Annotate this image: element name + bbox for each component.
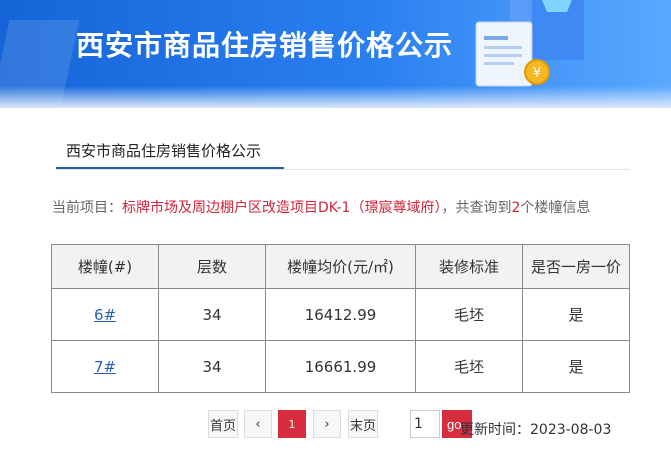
cell-avg-price: 16661.99 xyxy=(265,340,416,393)
building-link[interactable]: 6# xyxy=(94,306,116,324)
table-row: 7# 34 16661.99 毛坯 是 xyxy=(51,340,630,393)
header-avg-price: 楼幢均价(元/㎡) xyxy=(265,244,416,289)
cell-building: 7# xyxy=(51,340,159,393)
next-page-button[interactable]: › xyxy=(313,410,341,438)
update-time: 更新时间：2023-08-03 xyxy=(460,419,611,439)
info-suffix: 个楼幢信息 xyxy=(520,200,591,216)
cell-one-price: 是 xyxy=(522,340,630,393)
section-header: 西安市商品住房销售价格公示 xyxy=(56,124,630,170)
first-page-button[interactable]: 首页 xyxy=(208,410,238,438)
header-building: 楼幢(#) xyxy=(51,244,159,289)
cell-decoration: 毛坯 xyxy=(415,340,523,393)
last-page-button[interactable]: 末页 xyxy=(348,410,378,438)
info-mid: ，共查询到 xyxy=(441,200,512,216)
query-info: 当前项目：标牌市场及周边棚户区改造项目DK-1（璟宸尊域府），共查询到2个楼幢信… xyxy=(52,199,630,218)
info-prefix: 当前项目： xyxy=(52,200,122,216)
update-label: 更新时间： xyxy=(460,422,530,438)
update-date: 2023-08-03 xyxy=(530,422,612,438)
project-name: 标牌市场及周边棚户区改造项目DK-1（璟宸尊域府） xyxy=(122,200,442,216)
cell-one-price: 是 xyxy=(522,288,630,341)
cell-avg-price: 16412.99 xyxy=(265,288,416,341)
building-price-table: 楼幢(#) 层数 楼幢均价(元/㎡) 装修标准 是否一房一价 6# 34 164… xyxy=(51,244,630,393)
table-row: 6# 34 16412.99 毛坯 是 xyxy=(51,288,630,341)
header-banner: 西安市商品住房销售价格公示 ¥ xyxy=(0,0,671,108)
tab-price-notice[interactable]: 西安市商品住房销售价格公示 xyxy=(56,124,284,169)
building-link[interactable]: 7# xyxy=(94,358,116,376)
table-header-row: 楼幢(#) 层数 楼幢均价(元/㎡) 装修标准 是否一房一价 xyxy=(51,244,630,289)
page-number-input[interactable] xyxy=(410,410,440,438)
svg-text:¥: ¥ xyxy=(533,66,541,81)
page-1-button[interactable]: 1 xyxy=(278,410,306,438)
cell-floors: 34 xyxy=(158,340,266,393)
banner-title: 西安市商品住房销售价格公示 xyxy=(76,29,454,62)
header-decoration: 装修标准 xyxy=(415,244,523,289)
coin-icon: ¥ xyxy=(524,59,550,85)
cell-floors: 34 xyxy=(158,288,266,341)
tab-label: 西安市商品住房销售价格公示 xyxy=(66,142,262,160)
document-illustration: ¥ xyxy=(475,0,584,87)
cell-decoration: 毛坯 xyxy=(415,288,523,341)
header-one-price: 是否一房一价 xyxy=(522,244,630,289)
cell-building: 6# xyxy=(51,288,159,341)
header-floors: 层数 xyxy=(158,244,266,289)
prev-page-button[interactable]: ‹ xyxy=(244,410,272,438)
